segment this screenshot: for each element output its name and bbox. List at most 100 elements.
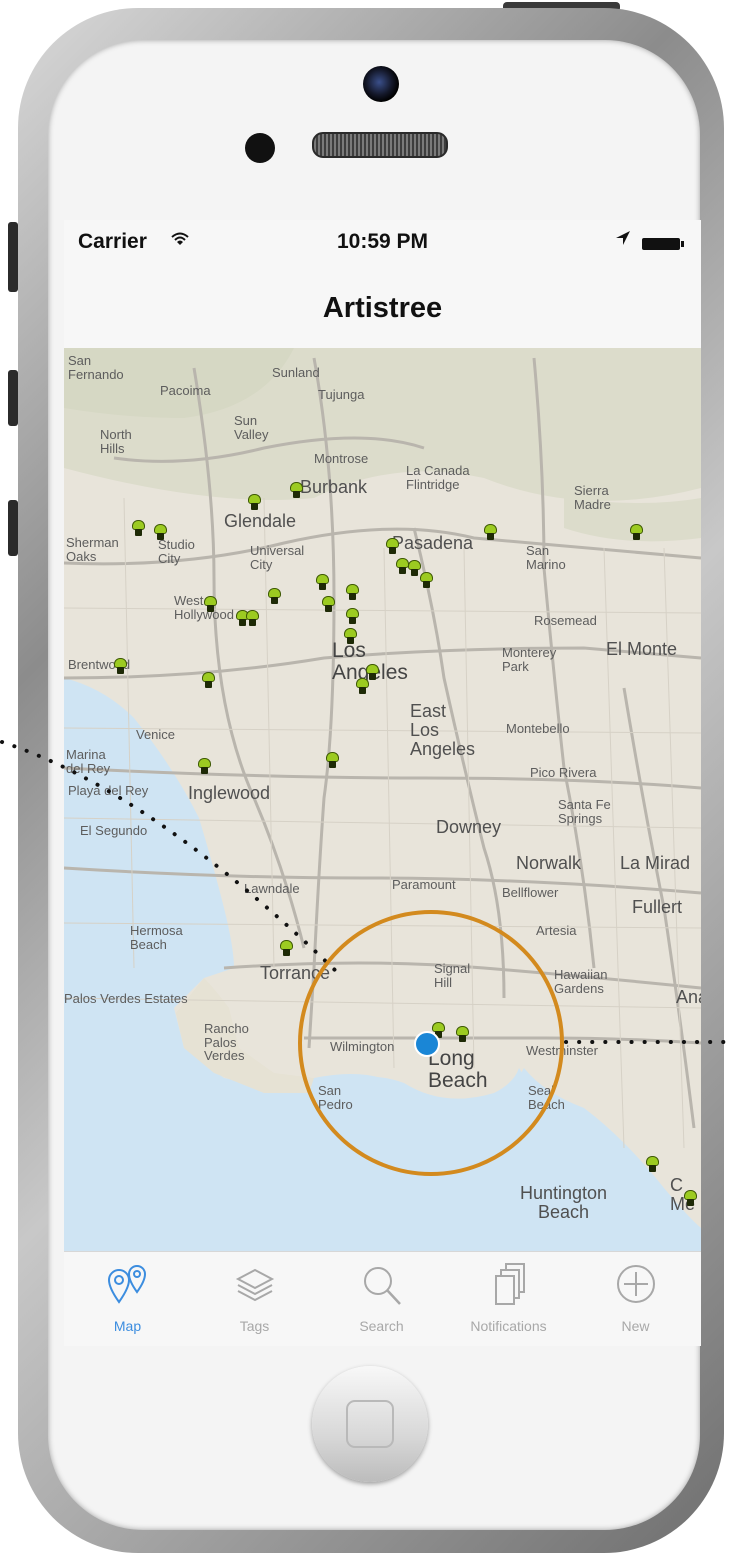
map-label: El Segundo [80, 823, 148, 838]
map-label: Marina del Rey [66, 747, 111, 776]
map-label: Tujunga [318, 387, 365, 402]
map-label: Playa del Rey [68, 783, 149, 798]
map-label: Inglewood [188, 783, 271, 803]
map-pin-icon[interactable] [132, 520, 145, 537]
map-pin-icon[interactable] [204, 596, 217, 613]
map-label: Santa Fe Springs [558, 797, 611, 826]
map-label: Norwalk [516, 853, 582, 873]
map-label: Bellflower [502, 885, 559, 900]
map-view[interactable]: San Fernando Pacoima Sunland Tujunga Sun… [64, 348, 701, 1251]
map-label: Monterey Park [502, 645, 557, 674]
map-label: Venice [136, 727, 176, 742]
map-label: Seal Beach [528, 1083, 565, 1112]
map-pin-icon[interactable] [280, 940, 293, 957]
map-pin-icon[interactable] [290, 482, 303, 499]
battery-icon [642, 238, 684, 250]
layers-icon [235, 1268, 275, 1302]
map-pin-icon[interactable] [316, 574, 329, 591]
map-label: Burbank [300, 477, 368, 497]
map-label: Pasadena [392, 533, 474, 553]
map-pin-icon[interactable] [248, 494, 261, 511]
tab-notifications[interactable]: Notifications [445, 1252, 572, 1346]
front-camera [363, 66, 399, 102]
map-label: Rosemead [534, 613, 597, 628]
map-label: Paramount [392, 877, 456, 892]
current-location-icon [414, 1031, 440, 1057]
map-pins-icon [107, 1265, 147, 1304]
map-label: Glendale [224, 511, 297, 531]
status-time: 10:59 PM [336, 230, 429, 253]
map-label: Downey [436, 817, 502, 837]
tab-label: Tags [239, 1318, 270, 1334]
map-pin-icon[interactable] [344, 628, 357, 645]
tab-new[interactable]: New [572, 1252, 699, 1346]
map-label: Ana [676, 987, 701, 1007]
map-label: San Marino [526, 543, 566, 572]
map-label: San Fernando [68, 353, 124, 382]
map-pin-icon[interactable] [630, 524, 643, 541]
map-pin-icon[interactable] [646, 1156, 659, 1173]
tab-tags[interactable]: Tags [191, 1252, 318, 1346]
map-pin-icon[interactable] [268, 588, 281, 605]
map-label: La Canada Flintridge [406, 463, 470, 492]
tab-map[interactable]: Map [64, 1252, 191, 1346]
status-bar: Carrier 10:59 PM [64, 220, 701, 264]
map-label: Hawaiian Gardens [554, 967, 608, 996]
map-label: Montrose [314, 451, 369, 466]
map-label: Long Beach [428, 1047, 488, 1093]
mockup-stage: Carrier 10:59 PM Artistree San Fernando … [0, 0, 736, 1559]
map-pin-icon[interactable] [420, 572, 433, 589]
map-pin-icon[interactable] [246, 610, 259, 627]
map-pin-icon[interactable] [456, 1026, 469, 1043]
map-pin-icon[interactable] [684, 1190, 697, 1207]
map-pin-icon[interactable] [484, 524, 497, 541]
map-pin-icon[interactable] [386, 538, 399, 555]
map-label: Sun Valley [234, 413, 269, 442]
map-label: Wilmington [330, 1039, 395, 1054]
map-label: Hermosa Beach [130, 923, 183, 952]
map-label: Artesia [536, 923, 577, 938]
map-label: Sherman Oaks [66, 535, 119, 564]
page-title: Artistree [322, 292, 443, 324]
tab-label: New [621, 1318, 650, 1334]
map-pin-icon[interactable] [356, 678, 369, 695]
earpiece-speaker [312, 132, 448, 158]
map-pin-icon[interactable] [326, 752, 339, 769]
home-button[interactable] [312, 1366, 428, 1482]
map-label: Westminster [526, 1043, 598, 1058]
map-pin-icon[interactable] [114, 658, 127, 675]
map-pin-icon[interactable] [346, 608, 359, 625]
map-label: Palos Verdes Estates [64, 991, 188, 1006]
map-label: El Monte [606, 639, 678, 659]
map-pin-icon[interactable] [202, 672, 215, 689]
map-pin-icon[interactable] [322, 596, 335, 613]
map-label: San Pedro [318, 1083, 353, 1112]
map-label: North Hills [100, 427, 132, 456]
map-pin-icon[interactable] [198, 758, 211, 775]
map-label: Pacoima [160, 383, 211, 398]
navigation-bar: Artistree [64, 276, 701, 336]
map-label: Sierra Madre [574, 483, 611, 512]
tab-bar: Map Tags Search Notifications New [64, 1251, 701, 1346]
map-label: Huntington Beach [520, 1183, 608, 1222]
tab-label: Search [359, 1318, 404, 1334]
map-pin-icon[interactable] [346, 584, 359, 601]
map-label: Rancho Palos Verdes [204, 1021, 249, 1064]
map-label: La Mirad [620, 853, 691, 873]
map-label: Montebello [506, 721, 570, 736]
volume-up-button [8, 370, 18, 426]
volume-down-button [8, 500, 18, 556]
map-label: East Los Angeles [410, 701, 476, 759]
map-label: Studio City [158, 537, 195, 566]
location-arrow-icon [615, 230, 631, 251]
map-pin-icon[interactable] [154, 524, 167, 541]
tab-search[interactable]: Search [318, 1252, 445, 1346]
search-icon [364, 1267, 401, 1305]
proximity-sensor [245, 133, 275, 163]
plus-circle-icon [617, 1265, 655, 1303]
tab-label: Map [113, 1318, 142, 1334]
app-screen: Carrier 10:59 PM Artistree San Fernando … [64, 220, 701, 1346]
notifications-icon [495, 1263, 525, 1305]
mute-switch [8, 222, 18, 292]
map-label: Lawndale [244, 881, 300, 896]
